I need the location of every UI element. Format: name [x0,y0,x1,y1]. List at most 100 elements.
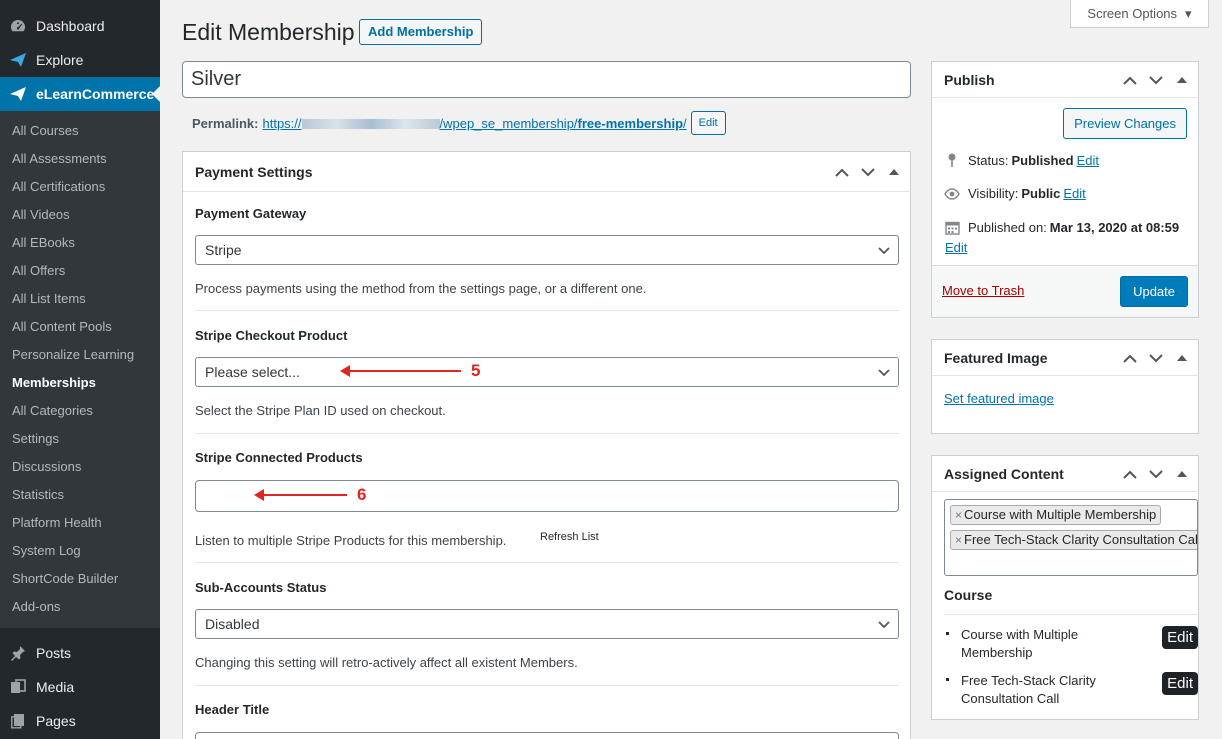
status-edit-link[interactable]: Edit [1077,153,1099,168]
move-up-icon[interactable] [1122,470,1138,479]
sidebar-item-all-content-pools[interactable]: All Content Pools [0,313,160,341]
connected-products-desc: Listen to multiple Stripe Products for t… [195,533,507,548]
sidebar-item-all-categories[interactable]: All Categories [0,397,160,425]
move-to-trash-link[interactable]: Move to Trash [942,283,1024,298]
checkout-product-select[interactable]: Please select... [195,357,899,387]
visibility-edit-link[interactable]: Edit [1063,186,1085,201]
menu-media[interactable]: Media [0,670,160,704]
featured-image-header: Featured Image [932,340,1198,376]
dashboard-icon [9,17,27,35]
caret-down-icon: ▾ [1185,5,1192,21]
move-up-icon[interactable] [1122,354,1138,363]
payment-gateway-select[interactable]: Stripe [195,235,899,265]
annotation-arrow-5: 5 [340,361,480,381]
menu-dashboard[interactable]: Dashboard [0,9,160,43]
sidebar-item-all-videos[interactable]: All Videos [0,201,160,229]
elearncommerce-submenu: All Courses All Assessments All Certificat… [0,111,160,628]
chevron-down-icon [878,610,890,638]
menu-label: eLearnCommerce [36,86,155,102]
assigned-content-select[interactable]: × Course with Multiple Membership × Free T… [944,499,1198,576]
sub-accounts-select[interactable]: Disabled [195,609,899,639]
pages-icon [9,712,27,730]
move-down-icon[interactable] [1148,353,1164,363]
divider [195,433,899,434]
post-title-input[interactable]: Silver [182,61,911,98]
header-title-input[interactable] [195,732,899,739]
divider [195,310,899,311]
preview-changes-button[interactable]: Preview Changes [1063,108,1187,139]
sidebar-item-shortcode-builder[interactable]: ShortCode Builder [0,565,160,593]
collapse-icon[interactable] [1174,77,1190,83]
sidebar-item-all-courses[interactable]: All Courses [0,117,160,145]
move-down-icon[interactable] [1148,469,1164,479]
sidebar-item-all-certifications[interactable]: All Certifications [0,173,160,201]
visibility-row: Visibility: Public Edit [944,186,1086,201]
sidebar-item-all-assessments[interactable]: All Assessments [0,145,160,173]
assigned-content-box: Assigned Content × Course with Multiple M… [931,455,1199,720]
course-edit-button[interactable]: Edit [1162,626,1198,649]
move-up-icon[interactable] [1122,76,1138,85]
menu-pages[interactable]: Pages [0,704,160,738]
payment-gateway-label: Payment Gateway [195,206,307,221]
sidebar-item-add-ons[interactable]: Add-ons [0,593,160,621]
sidebar-item-all-offers[interactable]: All Offers [0,257,160,285]
sidebar-item-all-list-items[interactable]: All List Items [0,285,160,313]
redacted-domain [301,119,440,130]
publish-title: Publish [944,71,995,88]
menu-posts[interactable]: Posts [0,636,160,670]
chevron-down-icon [878,236,890,264]
course-edit-button[interactable]: Edit [1162,672,1198,695]
checkout-product-desc: Select the Stripe Plan ID used on checko… [195,403,446,418]
selected-tag[interactable]: × Free Tech-Stack Clarity Consultation Ca… [950,530,1198,550]
move-down-icon[interactable] [1148,75,1164,85]
selected-tag[interactable]: × Course with Multiple Membership [950,505,1162,525]
permalink-row: Permalink: https:// /wpep_se_membership/f… [192,111,726,135]
sidebar-item-memberships[interactable]: Memberships [0,369,160,397]
update-button[interactable]: Update [1120,276,1188,307]
screen-options-button[interactable]: Screen Options ▾ [1070,0,1209,28]
permalink-edit-button[interactable]: Edit [690,111,726,135]
move-down-icon[interactable] [860,167,876,177]
remove-tag-icon[interactable]: × [955,508,962,522]
payment-gateway-desc: Process payments using the method from t… [195,281,647,296]
move-up-icon[interactable] [834,168,850,177]
course-heading: Course [944,587,993,603]
published-edit-link[interactable]: Edit [945,240,967,255]
menu-label: Dashboard [36,18,105,34]
menu-explore[interactable]: Explore [0,43,160,77]
sidebar-item-all-ebooks[interactable]: All EBooks [0,229,160,257]
sidebar-item-settings[interactable]: Settings [0,425,160,453]
payment-settings-header: Payment Settings [183,152,910,192]
collapse-icon[interactable] [886,169,902,175]
permalink-link[interactable]: https:// /wpep_se_membership/free-members… [262,116,686,131]
refresh-list-button[interactable]: Refresh List [540,531,599,543]
status-value: Published [1011,152,1074,168]
permalink-prefix: https:// [262,115,302,131]
annotation-number: 6 [357,485,367,504]
elearncommerce-icon [9,85,27,103]
published-on-row: Published on: Mar 13, 2020 at 08:59 [944,220,1179,235]
menu-label: Explore [36,52,84,68]
sub-accounts-label: Sub-Accounts Status [195,580,327,595]
main-content: Screen Options ▾ Edit Membership Add Mem… [160,0,1222,739]
sidebar-item-platform-health[interactable]: Platform Health [0,509,160,537]
chevron-down-icon [878,358,890,386]
collapse-icon[interactable] [1174,471,1190,477]
add-membership-button[interactable]: Add Membership [359,19,483,45]
visibility-value: Public [1021,186,1061,201]
status-label: Status: [968,152,1009,168]
remove-tag-icon[interactable]: × [955,533,962,547]
sidebar-item-personalize-learning[interactable]: Personalize Learning [0,341,160,369]
calendar-icon [944,220,960,235]
menu-elearncommerce[interactable]: eLearnCommerce [0,77,160,111]
set-featured-image-link[interactable]: Set featured image [944,391,1054,406]
tag-label: Free Tech-Stack Clarity Consultation Cal… [964,532,1198,547]
assigned-content-header: Assigned Content [932,456,1198,492]
menu-label: Media [36,679,75,695]
divider [944,614,1198,615]
collapse-icon[interactable] [1174,355,1190,361]
sidebar-item-statistics[interactable]: Statistics [0,481,160,509]
pin-icon [944,152,960,168]
sidebar-item-system-log[interactable]: System Log [0,537,160,565]
sidebar-item-discussions[interactable]: Discussions [0,453,160,481]
